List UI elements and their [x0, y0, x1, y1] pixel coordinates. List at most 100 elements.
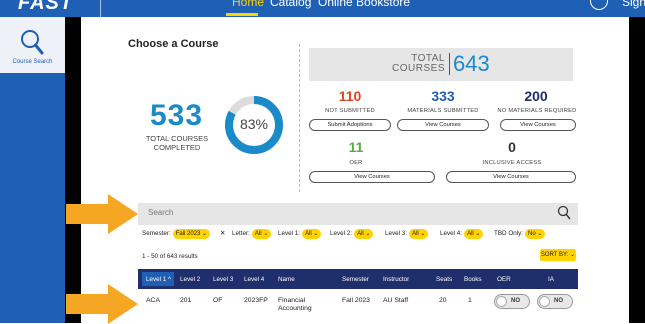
column-header-semester[interactable]: Semester	[342, 276, 369, 283]
nav-catalog[interactable]: Catalog	[270, 0, 311, 9]
view-courses-button-no-materials[interactable]: View Courses	[500, 119, 576, 131]
not-submitted-count: 110	[338, 88, 362, 104]
filter-tbd-only[interactable]: TBD Only: No ⌄	[494, 228, 546, 239]
toggle-knob	[539, 296, 550, 307]
filter-level2-label: Level 2:	[330, 230, 353, 237]
column-header-level4[interactable]: Level 4	[244, 276, 264, 283]
filter-level1-value: All	[305, 231, 312, 237]
cell-level1: ACA	[146, 297, 160, 304]
cell-seats: 20	[439, 297, 447, 304]
app-logo[interactable]: FAST	[18, 0, 73, 15]
filter-level4-value: All	[467, 231, 474, 237]
column-header-seats[interactable]: Seats	[436, 276, 452, 283]
filter-level2[interactable]: Level 2: All ⌄	[330, 228, 374, 239]
column-header-level1[interactable]: Level 1 ^	[146, 276, 171, 283]
page-title: Choose a Course	[128, 38, 219, 50]
column-header-level2[interactable]: Level 2	[180, 276, 200, 283]
nav-online-bookstore[interactable]: Online Bookstore	[318, 0, 410, 9]
nav-divider	[100, 0, 101, 17]
ia-toggle-label: NO	[554, 298, 563, 304]
column-label: Level 1	[146, 276, 167, 283]
cell-level3: OF	[213, 297, 223, 304]
cell-books: 1	[468, 297, 472, 304]
search-placeholder: Search	[148, 208, 174, 217]
view-courses-button-oer[interactable]: View Courses	[309, 171, 435, 183]
filter-tbd-chip[interactable]: No ⌄	[525, 229, 546, 239]
user-icon[interactable]	[590, 0, 608, 10]
cell-level4: 2023FP	[244, 297, 268, 304]
cell-name[interactable]: Financial Accounting	[278, 297, 312, 313]
nav-home-underline	[226, 13, 258, 16]
oer-toggle[interactable]: NO	[494, 294, 530, 309]
filter-level3[interactable]: Level 3: All ⌄	[385, 228, 429, 239]
results-count: 1 - 50 of 643 results	[142, 253, 198, 260]
submit-adoptions-button[interactable]: Submit Adoptions	[309, 119, 391, 131]
total-label-line2: COURSES	[392, 63, 445, 74]
no-materials-label: NO MATERIALS REQUIRED	[497, 108, 577, 114]
sort-by-button[interactable]: SORT BY: ⌄	[540, 249, 576, 261]
total-divider	[449, 53, 450, 75]
filter-level3-label: Level 3:	[385, 230, 408, 237]
left-gutter	[65, 17, 81, 323]
no-materials-count: 200	[524, 88, 548, 104]
filter-level1-label: Level 1:	[278, 230, 301, 237]
sidebar-item-course-search[interactable]: Course Search	[0, 17, 65, 73]
filter-semester-chip[interactable]: Fall 2023 ⌄	[172, 229, 211, 239]
filter-letter-value: All	[254, 231, 262, 237]
sidebar: Course Search	[0, 17, 65, 323]
filter-letter-chip[interactable]: All ⌄	[251, 229, 272, 239]
view-courses-button-submitted[interactable]: View Courses	[397, 119, 489, 131]
clear-filter-icon[interactable]: ✕	[220, 228, 225, 239]
column-header-name[interactable]: Name	[278, 276, 295, 283]
filter-tbd-label: TBD Only:	[494, 230, 524, 237]
materials-submitted-count: 333	[431, 88, 455, 104]
filter-level2-chip[interactable]: All ⌄	[354, 229, 374, 239]
column-header-oer[interactable]: OER	[497, 276, 511, 283]
not-submitted-label: NOT SUBMITTED	[325, 108, 375, 114]
sidebar-item-label: Course Search	[12, 59, 53, 65]
column-header-books[interactable]: Books	[464, 276, 482, 283]
filter-semester[interactable]: Semester: Fall 2023 ⌄	[142, 228, 211, 239]
total-courses-label: TOTAL COURSES	[383, 54, 445, 74]
filter-semester-label: Semester:	[142, 230, 171, 237]
column-header-instructor[interactable]: Instructor	[383, 276, 409, 283]
oer-label: OER	[349, 160, 363, 166]
completion-percent: 83%	[239, 116, 269, 132]
column-header-ia[interactable]: IA	[548, 276, 554, 283]
cell-name-line1: Financial	[278, 297, 306, 304]
filter-level4[interactable]: Level 4: All ⌄	[440, 228, 484, 239]
column-header-level3[interactable]: Level 3	[213, 276, 233, 283]
toggle-knob	[496, 296, 507, 307]
sign-out-link[interactable]: Sign Out	[622, 0, 645, 9]
nav-home[interactable]: Home	[232, 0, 264, 9]
view-courses-button-inclusive-access[interactable]: View Courses	[446, 171, 576, 183]
oer-count: 11	[348, 139, 364, 155]
oer-toggle-label: NO	[511, 298, 520, 304]
ia-toggle[interactable]: NO	[537, 294, 573, 309]
search-input[interactable]	[138, 203, 578, 225]
filter-level1-chip[interactable]: All ⌄	[302, 229, 322, 239]
completed-label: TOTAL COURSES COMPLETED	[145, 134, 209, 152]
filter-tbd-value: No	[528, 231, 536, 237]
filter-level2-value: All	[357, 231, 364, 237]
filter-level3-chip[interactable]: All ⌄	[409, 229, 429, 239]
cell-name-line2: Accounting	[278, 305, 312, 312]
completed-count: 533	[150, 99, 204, 132]
inclusive-access-label: INCLUSIVE ACCESS	[482, 160, 542, 166]
filter-letter[interactable]: Letter: All ⌄	[232, 228, 272, 239]
filter-semester-value: Fall 2023	[175, 231, 201, 237]
sort-by-label: SORT BY:	[540, 252, 569, 258]
top-nav: FAST Home Catalog Online Bookstore Sign …	[0, 0, 645, 17]
search-icon[interactable]	[557, 205, 571, 221]
filter-level1[interactable]: Level 1: All ⌄	[278, 228, 322, 239]
filter-letter-label: Letter:	[232, 230, 250, 237]
materials-submitted-label: MATERIALS SUBMITTED	[407, 108, 479, 114]
app-frame: FAST Home Catalog Online Bookstore Sign …	[0, 0, 645, 324]
filter-level3-value: All	[412, 231, 419, 237]
cell-instructor: AU Staff	[383, 297, 409, 304]
section-divider	[299, 44, 300, 192]
filter-level4-chip[interactable]: All ⌄	[464, 229, 484, 239]
total-courses-count: 643	[453, 51, 490, 76]
cell-level2: 201	[180, 297, 192, 304]
annotation-arrow-search	[66, 194, 138, 234]
